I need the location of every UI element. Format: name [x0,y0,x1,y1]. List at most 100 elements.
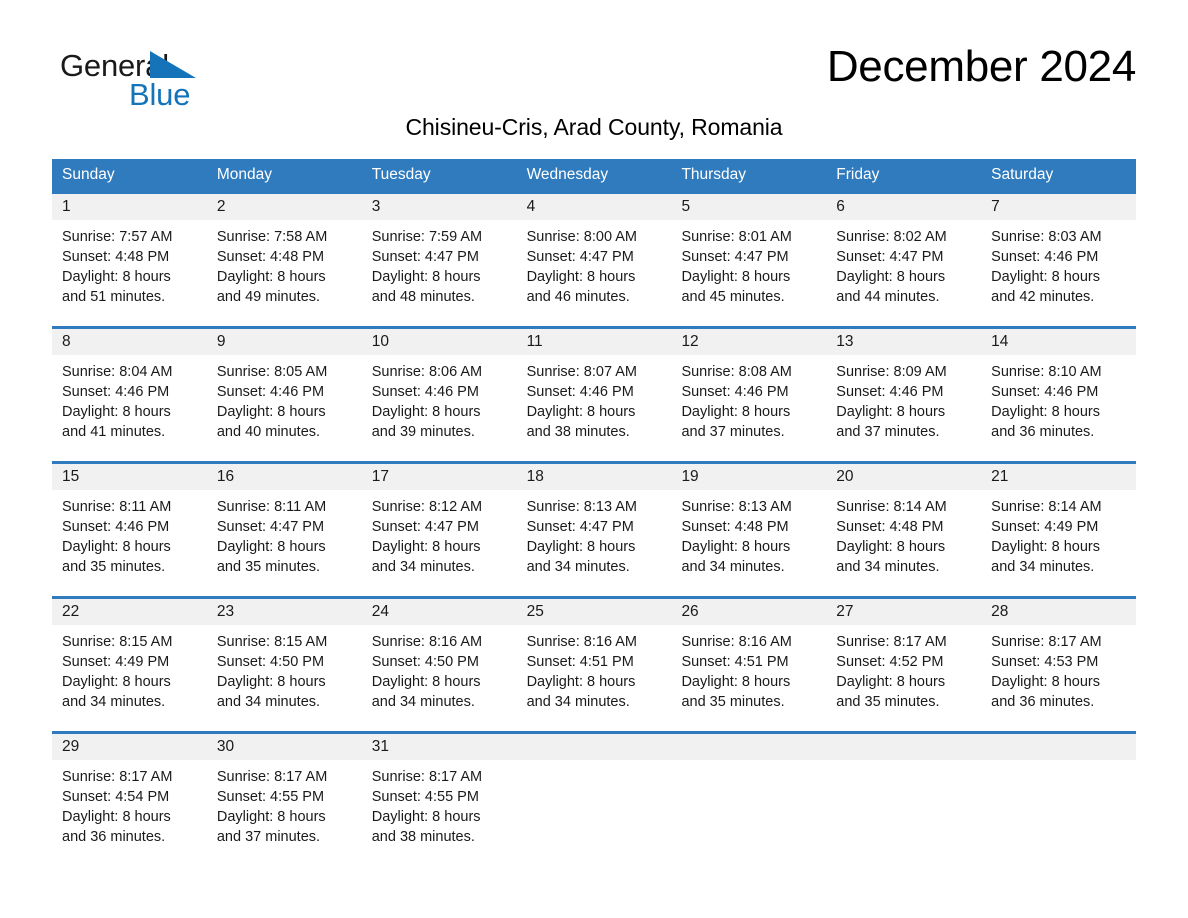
week-row: 15 Sunrise: 8:11 AM Sunset: 4:46 PM Dayl… [52,461,1137,596]
day-info: Sunrise: 8:13 AM Sunset: 4:48 PM Dayligh… [671,490,826,577]
day-number: 4 [516,194,672,220]
daylight-text-line2: and 36 minutes. [991,424,1095,440]
daylight-text-line1: Daylight: 8 hours [62,539,171,555]
day-cell[interactable]: 13 Sunrise: 8:09 AM Sunset: 4:46 PM Dayl… [826,329,982,461]
day-cell[interactable]: 14 Sunrise: 8:10 AM Sunset: 4:46 PM Dayl… [981,329,1137,461]
daylight-text-line2: and 48 minutes. [371,289,475,305]
day-cell[interactable]: 22 Sunrise: 8:15 AM Sunset: 4:49 PM Dayl… [52,599,207,731]
day-info: Sunrise: 7:57 AM Sunset: 4:48 PM Dayligh… [52,220,207,307]
day-cell[interactable]: 26 Sunrise: 8:16 AM Sunset: 4:51 PM Dayl… [671,599,827,731]
daylight-text-line2: and 37 minutes. [681,424,785,440]
sunrise-text: Sunrise: 8:04 AM [62,364,173,380]
day-cell[interactable]: 17 Sunrise: 8:12 AM Sunset: 4:47 PM Dayl… [361,464,517,596]
day-cell[interactable]: 10 Sunrise: 8:06 AM Sunset: 4:46 PM Dayl… [361,329,517,461]
day-cell[interactable]: 6 Sunrise: 8:02 AM Sunset: 4:47 PM Dayli… [826,194,982,326]
day-info: Sunrise: 8:15 AM Sunset: 4:49 PM Dayligh… [52,625,207,712]
day-cell[interactable]: 23 Sunrise: 8:15 AM Sunset: 4:50 PM Dayl… [206,599,362,731]
sunrise-text: Sunrise: 8:16 AM [681,634,792,650]
sunset-text: Sunset: 4:46 PM [836,384,944,400]
day-cell[interactable]: 25 Sunrise: 8:16 AM Sunset: 4:51 PM Dayl… [516,599,672,731]
day-cell[interactable]: 15 Sunrise: 8:11 AM Sunset: 4:46 PM Dayl… [52,464,207,596]
weekday-header-wednesday: Wednesday [526,166,609,183]
sunrise-text: Sunrise: 8:11 AM [62,499,172,515]
day-cell[interactable]: 4 Sunrise: 8:00 AM Sunset: 4:47 PM Dayli… [516,194,672,326]
weekday-header-thursday: Thursday [681,166,747,183]
daylight-text-line2: and 36 minutes. [991,694,1095,710]
day-cell[interactable]: 24 Sunrise: 8:16 AM Sunset: 4:50 PM Dayl… [361,599,517,731]
day-cell[interactable]: 21 Sunrise: 8:14 AM Sunset: 4:49 PM Dayl… [981,464,1137,596]
day-number: 12 [671,329,827,355]
day-info: Sunrise: 8:17 AM Sunset: 4:54 PM Dayligh… [52,760,207,847]
day-cell[interactable]: 5 Sunrise: 8:01 AM Sunset: 4:47 PM Dayli… [671,194,827,326]
daylight-text-line1: Daylight: 8 hours [526,404,636,420]
day-number: 11 [516,329,672,355]
sunrise-text: Sunrise: 8:17 AM [836,634,947,650]
sunset-text: Sunset: 4:49 PM [62,654,170,670]
daylight-text-line2: and 34 minutes. [681,559,785,575]
daylight-text-line1: Daylight: 8 hours [681,404,791,420]
day-info: Sunrise: 8:14 AM Sunset: 4:48 PM Dayligh… [826,490,981,577]
weekday-header-friday: Friday [836,166,880,183]
daylight-text-line2: and 46 minutes. [526,289,630,305]
week-row: 22 Sunrise: 8:15 AM Sunset: 4:49 PM Dayl… [52,596,1137,731]
sunrise-text: Sunrise: 7:57 AM [62,229,173,245]
daylight-text-line1: Daylight: 8 hours [371,809,481,825]
day-cell[interactable]: 2 Sunrise: 7:58 AM Sunset: 4:48 PM Dayli… [206,194,362,326]
day-info: Sunrise: 8:10 AM Sunset: 4:46 PM Dayligh… [981,355,1136,442]
daylight-text-line2: and 37 minutes. [216,829,321,845]
day-cell[interactable]: 9 Sunrise: 8:05 AM Sunset: 4:46 PM Dayli… [206,329,362,461]
sunrise-text: Sunrise: 8:15 AM [62,634,173,650]
sunrise-text: Sunrise: 8:11 AM [216,499,327,515]
daylight-text-line2: and 36 minutes. [62,829,166,845]
sunset-text: Sunset: 4:50 PM [216,654,325,670]
general-blue-logo[interactable]: General Blue [52,42,252,116]
day-cell[interactable]: 1 Sunrise: 7:57 AM Sunset: 4:48 PM Dayli… [52,194,207,326]
day-number: 22 [52,599,207,625]
sunset-text: Sunset: 4:54 PM [62,789,170,805]
daylight-text-line1: Daylight: 8 hours [526,674,636,690]
day-cell[interactable]: 27 Sunrise: 8:17 AM Sunset: 4:52 PM Dayl… [826,599,982,731]
day-cell[interactable]: 3 Sunrise: 7:59 AM Sunset: 4:47 PM Dayli… [361,194,517,326]
weekday-header-sunday: Sunday [62,166,115,183]
sunrise-text: Sunrise: 7:58 AM [216,229,328,245]
day-info: Sunrise: 8:15 AM Sunset: 4:50 PM Dayligh… [207,625,362,712]
day-cell[interactable]: 12 Sunrise: 8:08 AM Sunset: 4:46 PM Dayl… [671,329,827,461]
daylight-text-line1: Daylight: 8 hours [681,674,791,690]
sunset-text: Sunset: 4:46 PM [371,384,479,400]
sunrise-text: Sunrise: 8:16 AM [526,634,637,650]
daylight-text-line1: Daylight: 8 hours [836,404,946,420]
daylight-text-line2: and 40 minutes. [216,424,321,440]
weekday-header-row: Sunday Monday Tuesday Wednesday Thursday… [52,159,1136,191]
day-cell[interactable]: 19 Sunrise: 8:13 AM Sunset: 4:48 PM Dayl… [671,464,827,596]
day-cell-empty [516,734,672,866]
daylight-text-line2: and 35 minutes. [62,559,166,575]
day-number: 9 [206,329,362,355]
daylight-text-line2: and 45 minutes. [681,289,785,305]
weekday-header-monday: Monday [216,166,273,183]
day-cell[interactable]: 31 Sunrise: 8:17 AM Sunset: 4:55 PM Dayl… [361,734,517,866]
day-cell[interactable]: 20 Sunrise: 8:14 AM Sunset: 4:48 PM Dayl… [826,464,982,596]
day-cell[interactable]: 18 Sunrise: 8:13 AM Sunset: 4:47 PM Dayl… [516,464,672,596]
day-cell[interactable]: 7 Sunrise: 8:03 AM Sunset: 4:46 PM Dayli… [981,194,1137,326]
daylight-text-line2: and 41 minutes. [62,424,166,440]
sunset-text: Sunset: 4:46 PM [526,384,634,400]
daylight-text-line1: Daylight: 8 hours [526,539,636,555]
day-number [516,734,672,760]
day-cell[interactable]: 11 Sunrise: 8:07 AM Sunset: 4:46 PM Dayl… [516,329,672,461]
sunrise-text: Sunrise: 8:17 AM [216,769,328,785]
day-cell[interactable]: 29 Sunrise: 8:17 AM Sunset: 4:54 PM Dayl… [52,734,207,866]
day-cell[interactable]: 30 Sunrise: 8:17 AM Sunset: 4:55 PM Dayl… [206,734,362,866]
day-cell[interactable]: 16 Sunrise: 8:11 AM Sunset: 4:47 PM Dayl… [206,464,362,596]
day-number [671,734,827,760]
sunrise-text: Sunrise: 8:05 AM [216,364,328,380]
daylight-text-line2: and 34 minutes. [991,559,1095,575]
day-number: 13 [826,329,982,355]
day-cell[interactable]: 28 Sunrise: 8:17 AM Sunset: 4:53 PM Dayl… [981,599,1137,731]
day-info: Sunrise: 7:59 AM Sunset: 4:47 PM Dayligh… [362,220,517,307]
day-info: Sunrise: 8:09 AM Sunset: 4:46 PM Dayligh… [826,355,981,442]
day-cell[interactable]: 8 Sunrise: 8:04 AM Sunset: 4:46 PM Dayli… [52,329,207,461]
sunset-text: Sunset: 4:55 PM [216,789,325,805]
day-info: Sunrise: 8:04 AM Sunset: 4:46 PM Dayligh… [52,355,207,442]
sunset-text: Sunset: 4:46 PM [62,519,170,535]
day-cell-empty [826,734,982,866]
